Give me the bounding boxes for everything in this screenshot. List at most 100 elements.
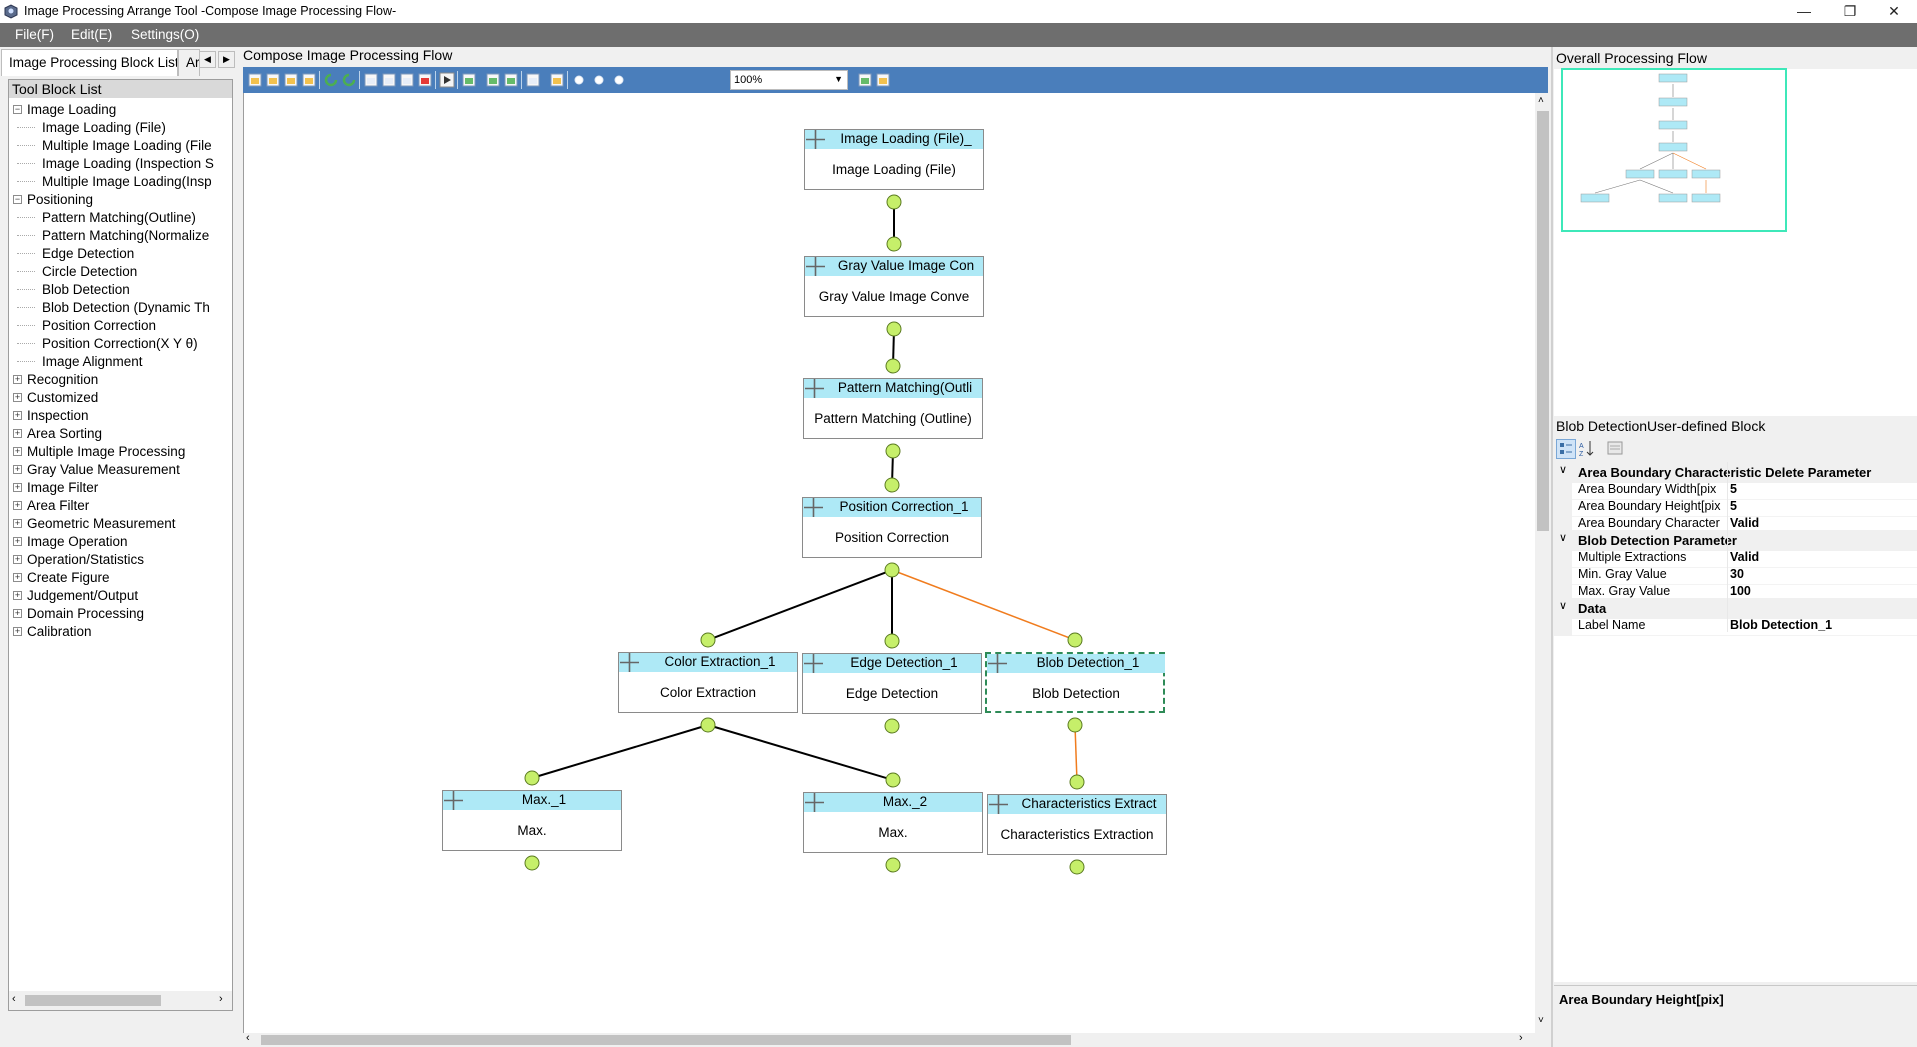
tab-image-processing-block-list[interactable]: Image Processing Block List <box>1 49 178 76</box>
scroll-right-icon[interactable]: › <box>219 993 223 1005</box>
panel-splitter[interactable] <box>1551 47 1553 1047</box>
output-port[interactable] <box>885 443 901 459</box>
zoom-in-icon[interactable] <box>571 72 587 88</box>
redo-icon[interactable] <box>341 72 357 88</box>
input-port[interactable] <box>700 632 716 648</box>
flow-block-image-loading[interactable]: Image Loading (File)_ Image Loading (File… <box>804 129 984 190</box>
flow-canvas[interactable]: Image Loading (File)_ Image Loading (File… <box>243 93 1535 1033</box>
property-column-divider[interactable] <box>1727 462 1728 632</box>
flow-block-edge-detection[interactable]: Edge Detection_1 Edge Detection <box>802 653 982 714</box>
expand-icon[interactable]: + <box>13 519 22 528</box>
zoom-out-icon[interactable] <box>591 72 607 88</box>
property-value[interactable]: Blob Detection_1 <box>1730 618 1832 632</box>
alphabetical-view-button[interactable]: AZ <box>1578 439 1598 459</box>
checklist-icon[interactable] <box>549 72 565 88</box>
output-port[interactable] <box>884 718 900 734</box>
zoom-reset-icon[interactable] <box>611 72 627 88</box>
property-value[interactable]: Valid <box>1730 516 1759 530</box>
expand-icon[interactable]: + <box>13 537 22 546</box>
scroll-left-icon[interactable]: ‹ <box>246 1032 250 1044</box>
expand-icon[interactable]: + <box>13 609 22 618</box>
output-port[interactable] <box>700 717 716 733</box>
menu-edit[interactable]: Edit(E) <box>71 27 112 42</box>
input-port[interactable] <box>886 236 902 252</box>
expand-block-icon[interactable] <box>989 795 1008 814</box>
chevron-down-icon[interactable]: ∨ <box>1559 463 1567 476</box>
overview-minimap[interactable] <box>1561 68 1787 232</box>
expand-icon[interactable]: + <box>13 447 22 456</box>
scroll-thumb[interactable] <box>1537 111 1549 531</box>
tree-category[interactable]: + Calibration <box>9 622 232 644</box>
tab-scroll-right-icon[interactable]: ▶ <box>218 51 235 68</box>
property-pages-button[interactable] <box>1606 439 1626 459</box>
expand-block-icon[interactable] <box>444 791 463 810</box>
expand-icon[interactable]: + <box>13 483 22 492</box>
paste-icon[interactable] <box>399 72 415 88</box>
property-value[interactable]: 100 <box>1730 584 1751 598</box>
output-port[interactable] <box>884 562 900 578</box>
output-port[interactable] <box>885 857 901 873</box>
flow-block-color-extraction[interactable]: Color Extraction_1 Color Extraction <box>618 652 798 713</box>
flow-block-blob-detection[interactable]: Blob Detection_1 Blob Detection <box>985 652 1165 713</box>
restore-button[interactable]: ❐ <box>1827 0 1873 23</box>
expand-block-icon[interactable] <box>804 654 823 673</box>
flow-link[interactable] <box>891 569 1076 641</box>
menu-settings[interactable]: Settings(O) <box>131 27 199 42</box>
open-folder-icon[interactable] <box>283 72 299 88</box>
expand-block-icon[interactable] <box>806 257 825 276</box>
scroll-thumb[interactable] <box>25 995 161 1006</box>
expand-block-icon[interactable] <box>805 379 824 398</box>
input-port[interactable] <box>885 358 901 374</box>
property-value[interactable]: Valid <box>1730 550 1759 564</box>
scroll-up-icon[interactable]: ˄ <box>1538 95 1544 106</box>
expand-icon[interactable]: + <box>13 393 22 402</box>
expand-block-icon[interactable] <box>806 130 825 149</box>
scroll-left-icon[interactable]: ‹ <box>12 993 16 1005</box>
expand-icon[interactable]: + <box>13 411 22 420</box>
input-port[interactable] <box>524 770 540 786</box>
flow-block-gray-value[interactable]: Gray Value Image Con Gray Value Image Con… <box>804 256 984 317</box>
output-port[interactable] <box>1067 717 1083 733</box>
scroll-right-icon[interactable]: › <box>1519 1032 1523 1044</box>
delete-icon[interactable] <box>417 72 433 88</box>
chevron-down-icon[interactable]: ∨ <box>1559 531 1567 544</box>
expand-icon[interactable]: + <box>13 465 22 474</box>
expand-icon[interactable]: + <box>13 501 22 510</box>
horizontal-scrollbar[interactable]: ‹ › <box>243 1032 1535 1047</box>
expand-icon[interactable]: + <box>13 555 22 564</box>
input-port[interactable] <box>885 772 901 788</box>
flow-block-max-1[interactable]: Max._1 Max. <box>442 790 622 851</box>
chevron-down-icon[interactable]: ∨ <box>1559 599 1567 612</box>
minimize-button[interactable]: — <box>1781 0 1827 23</box>
input-port[interactable] <box>884 633 900 649</box>
import-icon[interactable] <box>875 72 891 88</box>
collapse-icon[interactable]: − <box>13 105 22 114</box>
property-row[interactable]: Label Name Blob Detection_1 <box>1554 615 1917 636</box>
horizontal-scrollbar[interactable]: ‹ › <box>9 991 232 1010</box>
undo-icon[interactable] <box>323 72 339 88</box>
save-icon[interactable] <box>301 72 317 88</box>
property-value[interactable]: 5 <box>1730 499 1737 513</box>
property-value[interactable]: 30 <box>1730 567 1744 581</box>
expand-icon[interactable]: + <box>13 429 22 438</box>
flow-link[interactable] <box>531 724 709 779</box>
expand-icon[interactable]: + <box>13 591 22 600</box>
input-port[interactable] <box>1067 632 1083 648</box>
copy-icon[interactable] <box>381 72 397 88</box>
output-port[interactable] <box>524 855 540 871</box>
flow-block-position-correction[interactable]: Position Correction_1 Position Correction <box>802 497 982 558</box>
expand-block-icon[interactable] <box>620 653 639 672</box>
run-icon[interactable] <box>439 72 455 88</box>
tab-arrange[interactable]: Ar <box>178 49 200 76</box>
monitor-icon[interactable] <box>525 72 541 88</box>
tab-scroll-left-icon[interactable]: ◀ <box>199 51 216 68</box>
flow-link[interactable] <box>1074 724 1078 783</box>
scroll-down-icon[interactable]: ˅ <box>1538 1015 1544 1026</box>
flow-block-pattern-matching[interactable]: Pattern Matching(Outli Pattern Matching (… <box>803 378 983 439</box>
vertical-scrollbar[interactable]: ˄ ˅ <box>1535 93 1551 1033</box>
insert-icon[interactable] <box>485 72 501 88</box>
append-icon[interactable] <box>503 72 519 88</box>
add-block-icon[interactable] <box>461 72 477 88</box>
output-port[interactable] <box>886 321 902 337</box>
open-icon[interactable] <box>265 72 281 88</box>
